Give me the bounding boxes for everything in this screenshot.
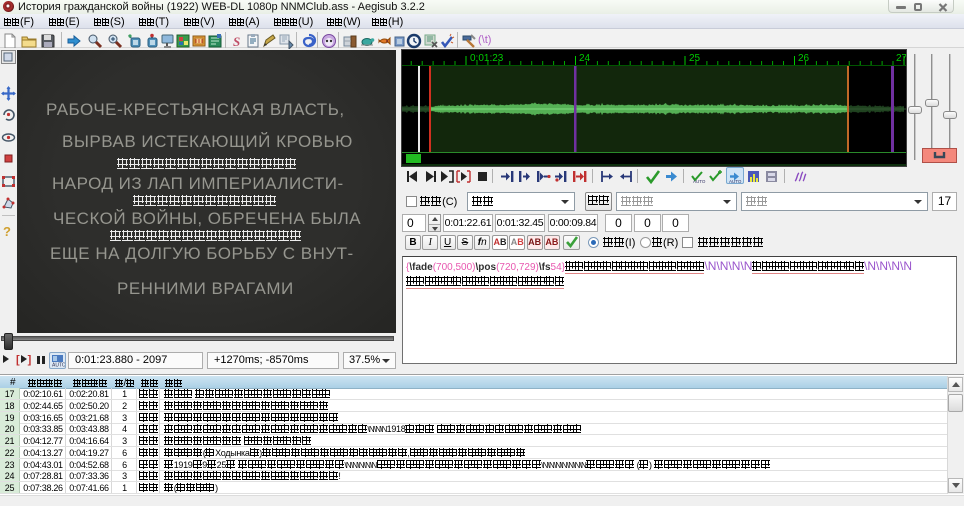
svg-text:S: S xyxy=(233,34,240,49)
svg-text:AUTO: AUTO xyxy=(52,363,65,369)
svg-text:AUTO: AUTO xyxy=(729,179,742,184)
svg-text:AUTO: AUTO xyxy=(693,179,706,184)
